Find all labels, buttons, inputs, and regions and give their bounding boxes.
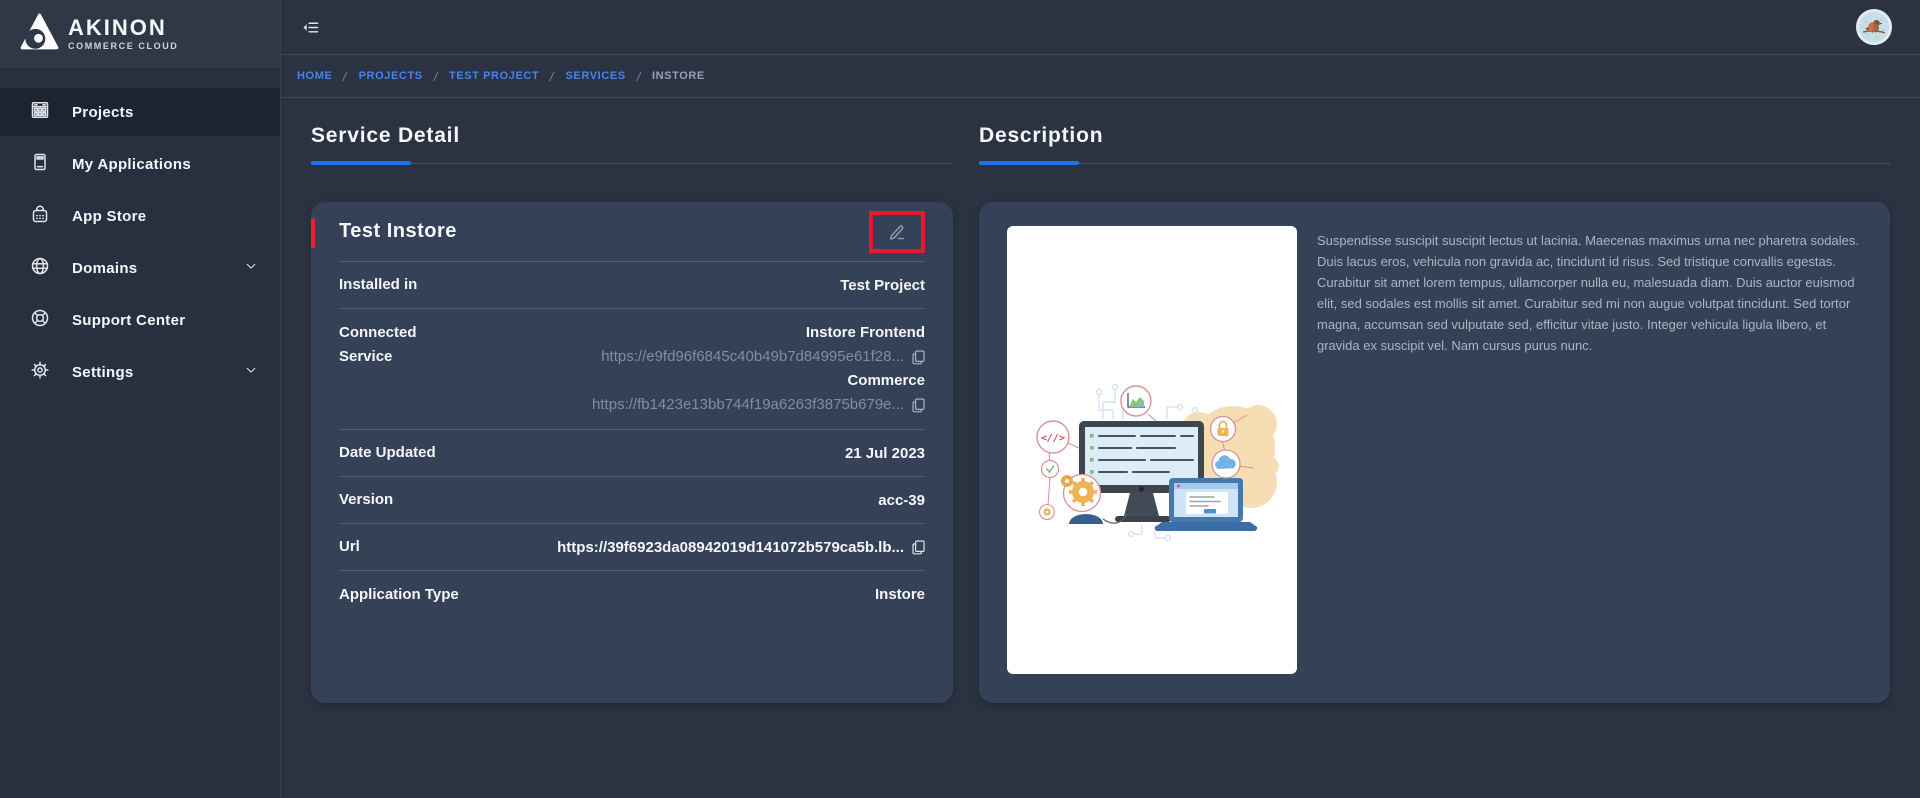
connected-service-url: https://fb1423e13bb744f19a6263f3875b679e…	[592, 393, 925, 417]
main-area: HOME / PROJECTS / TEST PROJECT / SERVICE…	[280, 0, 1920, 798]
grid-icon	[30, 100, 50, 125]
topbar	[281, 0, 1920, 55]
row-label: Connected Service	[339, 324, 417, 365]
copy-icon[interactable]	[912, 539, 925, 555]
row-date-updated: Date Updated 21 Jul 2023	[339, 430, 925, 477]
sidebar-item-domains[interactable]: Domains	[0, 244, 280, 292]
service-detail-section: Service Detail Test Instore Installed in…	[311, 124, 953, 703]
sidebar-item-my-applications[interactable]: My Applications	[0, 140, 280, 188]
row-value: acc-39	[878, 491, 925, 509]
breadcrumb-home[interactable]: HOME	[297, 70, 332, 82]
breadcrumb-projects[interactable]: PROJECTS	[359, 70, 423, 82]
row-label: Application Type	[339, 585, 459, 603]
sidebar-nav: Projects My Applications App Store Domai…	[0, 88, 280, 400]
globe-icon	[30, 256, 50, 281]
connected-service-name: Commerce	[847, 372, 925, 389]
description-title: Description	[979, 124, 1104, 147]
applications-icon	[30, 152, 50, 177]
service-name: Test Instore	[339, 220, 457, 242]
brand-text: AKINON COMMERCE CLOUD	[68, 15, 179, 52]
sidebar-item-label: Domains	[72, 259, 138, 277]
sidebar-item-support-center[interactable]: Support Center	[0, 296, 280, 344]
row-label: Url	[339, 538, 360, 555]
gear-icon	[30, 360, 50, 385]
akinon-logo-icon	[18, 11, 60, 58]
row-label: Date Updated	[339, 444, 436, 461]
breadcrumb-separator: /	[548, 68, 557, 84]
row-application-type: Application Type Instore	[339, 571, 925, 618]
page-content: Service Detail Test Instore Installed in…	[281, 98, 1920, 703]
sidebar-item-label: Settings	[72, 363, 134, 381]
chevron-down-icon	[244, 363, 258, 382]
copy-icon[interactable]	[912, 349, 925, 365]
row-connected-service: Connected Service Instore Frontend https…	[339, 309, 925, 430]
pencil-icon	[889, 224, 904, 240]
card-accent-bar	[311, 218, 315, 248]
service-detail-card: Test Instore Installed in Test Project C…	[311, 202, 953, 703]
section-underline	[979, 161, 1890, 166]
row-url: Url https://39f6923da08942019d141072b579…	[339, 524, 925, 571]
brand[interactable]: AKINON COMMERCE CLOUD	[0, 0, 280, 68]
section-underline	[311, 161, 953, 166]
breadcrumb-separator: /	[635, 68, 643, 84]
breadcrumb-services[interactable]: SERVICES	[565, 70, 625, 82]
breadcrumb-test-project[interactable]: TEST PROJECT	[449, 70, 539, 82]
sidebar: AKINON COMMERCE CLOUD Projects My Applic…	[0, 0, 280, 798]
connected-service-name: Instore Frontend	[805, 324, 925, 341]
row-value: 21 Jul 2023	[844, 444, 925, 462]
shopping-bag-icon	[30, 204, 50, 229]
breadcrumb-separator: /	[341, 68, 350, 84]
life-ring-icon	[30, 308, 50, 333]
row-label: Version	[339, 491, 394, 508]
app-root: AKINON COMMERCE CLOUD Projects My Applic…	[0, 0, 1920, 798]
copy-icon[interactable]	[912, 397, 925, 413]
edit-service-button[interactable]	[869, 210, 925, 253]
breadcrumb-instore-current: INSTORE	[651, 70, 705, 82]
service-illustration: <//>	[1007, 226, 1297, 674]
sidebar-item-label: Support Center	[72, 311, 186, 329]
row-installed-in: Installed in Test Project	[339, 262, 925, 309]
sidebar-item-label: App Store	[72, 207, 147, 225]
sidebar-item-label: My Applications	[72, 155, 191, 173]
brand-name: AKINON	[68, 15, 167, 40]
description-text: Suspendisse suscipit suscipit lectus ut …	[1317, 233, 1859, 353]
row-value: https://39f6923da08942019d141072b579ca5b…	[557, 539, 925, 556]
row-label: Installed in	[339, 276, 418, 293]
description-card: <//> Suspendisse suscipit suscipit lectu…	[979, 202, 1890, 703]
row-version: Version acc-39	[339, 477, 925, 524]
sidebar-item-label: Projects	[72, 103, 134, 121]
row-value: Instore	[874, 586, 925, 603]
sidebar-item-projects[interactable]: Projects	[0, 88, 280, 136]
connected-service-url: https://e9fd96f6845c40b49b7d84995e61f28.…	[601, 345, 925, 369]
connected-service-values: Instore Frontend https://e9fd96f6845c40b…	[592, 321, 925, 417]
description-section: Description <//> Suspendisse suscipit su…	[979, 124, 1890, 703]
sidebar-item-settings[interactable]: Settings	[0, 348, 280, 396]
sidebar-item-app-store[interactable]: App Store	[0, 192, 280, 240]
svg-text:<//>: <//>	[1041, 433, 1065, 444]
brand-tagline: COMMERCE CLOUD	[68, 41, 179, 51]
breadcrumb-separator: /	[432, 68, 440, 84]
sidebar-collapse-icon[interactable]	[297, 14, 323, 40]
row-value: Test Project	[840, 276, 925, 294]
user-avatar[interactable]	[1856, 9, 1892, 45]
chevron-down-icon	[244, 259, 258, 278]
service-detail-title: Service Detail	[311, 124, 460, 147]
service-card-header: Test Instore	[311, 202, 925, 262]
breadcrumb: HOME / PROJECTS / TEST PROJECT / SERVICE…	[281, 55, 1920, 98]
